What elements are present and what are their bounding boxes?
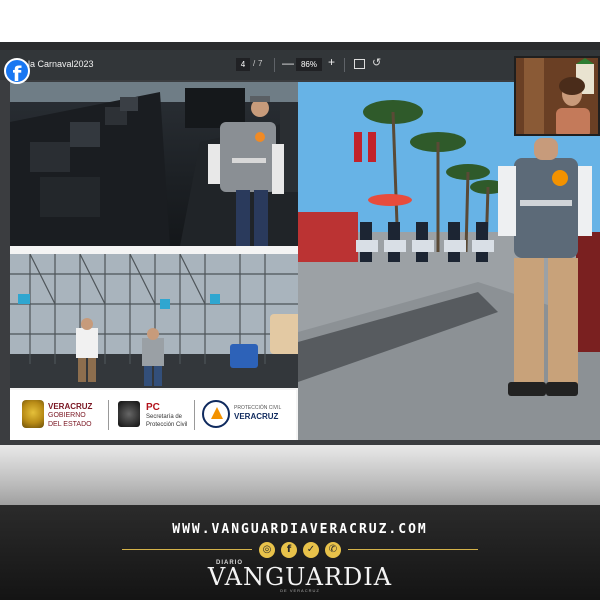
zoom-out-button[interactable]: — <box>282 56 294 70</box>
pdf-viewer-toolbar: la Carnaval2023 4 / 7 — 86% + ↺ <box>0 50 600 80</box>
photo-stage-scaffolding-art <box>10 254 310 388</box>
page-separator: / <box>253 59 256 68</box>
photo-stage-backstage-art <box>10 82 336 246</box>
footer-rule-left <box>122 549 252 550</box>
video-call-inset-art <box>516 58 598 134</box>
proteccion-logo-line2: VERACRUZ <box>234 412 279 421</box>
slide-logos-bar: VERACRUZ GOBIERNO DEL ESTADO PC Secretar… <box>10 390 296 440</box>
video-call-inset[interactable] <box>514 56 600 136</box>
proteccion-civil-logo: PROTECCIÓN CIVIL VERACRUZ <box>234 404 281 422</box>
photo-stage-backstage <box>10 82 336 246</box>
twitter-icon[interactable]: ✓ <box>303 542 319 558</box>
veracruz-logo-line2: GOBIERNO <box>48 412 86 419</box>
top-margin <box>0 0 600 44</box>
veracruz-coat-of-arms-icon <box>22 400 44 428</box>
pc-logo-abbrev: PC <box>146 402 160 413</box>
site-url[interactable]: WWW.VANGUARDIAVERACRUZ.COM <box>0 522 600 537</box>
facebook-icon[interactable]: f <box>281 542 297 558</box>
pc-seal-icon <box>118 401 140 427</box>
pc-secretaria-logo: PC Secretaría de Protección Civil <box>146 402 187 429</box>
zoom-level-input[interactable]: 86% <box>296 58 322 71</box>
toolbar-divider <box>344 58 345 72</box>
brand-subtitle: DE VERACRUZ <box>280 588 320 593</box>
veracruz-logo-line3: DEL ESTADO <box>48 421 92 428</box>
veracruz-government-logo: VERACRUZ GOBIERNO DEL ESTADO <box>48 402 92 429</box>
proteccion-logo-line1: PROTECCIÓN CIVIL <box>234 405 282 411</box>
fit-page-icon[interactable] <box>354 59 365 69</box>
rotate-icon[interactable]: ↺ <box>372 56 381 69</box>
instagram-icon[interactable]: ◎ <box>259 542 275 558</box>
facebook-icon: f <box>4 58 30 86</box>
document-title: la Carnaval2023 <box>28 59 94 69</box>
brand-logo-text: VANGUARDIA <box>207 563 393 591</box>
veracruz-logo-line1: VERACRUZ <box>48 402 93 411</box>
logo-divider <box>108 400 109 430</box>
zoom-in-button[interactable]: + <box>328 55 335 69</box>
page-total: 7 <box>258 59 263 68</box>
proteccion-civil-emblem-icon <box>202 400 230 428</box>
photo-stage-scaffolding <box>10 254 310 388</box>
whatsapp-icon[interactable]: ✆ <box>325 542 341 558</box>
presentation-slide: VERACRUZ GOBIERNO DEL ESTADO PC Secretar… <box>10 82 600 440</box>
pc-logo-line2: Secretaría de <box>146 414 183 420</box>
logo-divider <box>194 400 195 430</box>
page-number-input[interactable]: 4 <box>236 58 250 71</box>
pc-logo-line3: Protección Civil <box>146 422 188 428</box>
toolbar-divider <box>274 58 275 72</box>
footer-rule-right <box>348 549 478 550</box>
screenshot-stage: la Carnaval2023 4 / 7 — 86% + ↺ VERACRUZ… <box>0 0 600 600</box>
ghost-toolbar <box>0 42 600 50</box>
